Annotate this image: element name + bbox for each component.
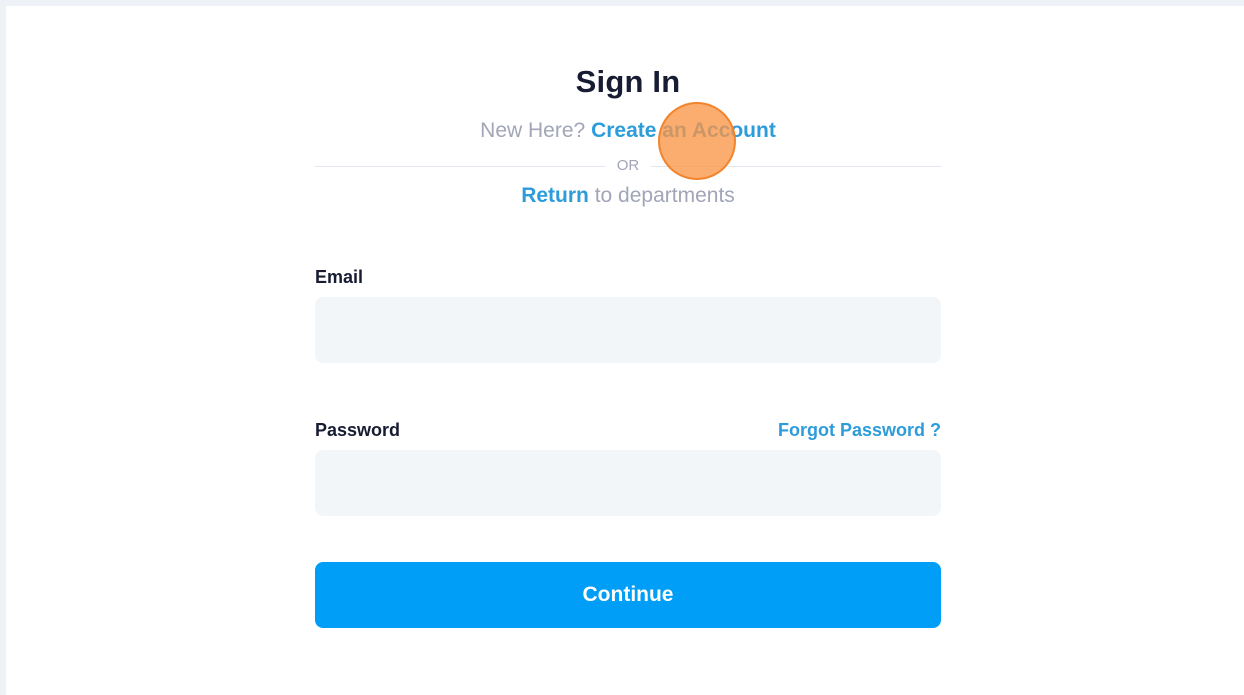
or-divider: OR bbox=[315, 156, 941, 178]
return-suffix-text: to departments bbox=[594, 184, 735, 207]
email-label: Email bbox=[315, 267, 364, 287]
return-row: Return to departments bbox=[315, 184, 941, 208]
new-here-row: New Here? Create an Account bbox=[315, 119, 941, 143]
email-field[interactable] bbox=[315, 297, 941, 363]
new-here-text: New Here? bbox=[480, 119, 586, 142]
page-frame: Sign In New Here? Create an Account OR R… bbox=[6, 6, 1244, 695]
password-field[interactable] bbox=[315, 450, 941, 516]
continue-button[interactable]: Continue bbox=[315, 562, 941, 628]
password-label: Password bbox=[315, 420, 401, 440]
divider-line-right bbox=[651, 166, 941, 167]
forgot-password-link[interactable]: Forgot Password ? bbox=[778, 420, 941, 441]
page-title: Sign In bbox=[575, 64, 681, 99]
return-link[interactable]: Return bbox=[521, 184, 589, 207]
create-account-link[interactable]: Create an Account bbox=[591, 119, 776, 142]
